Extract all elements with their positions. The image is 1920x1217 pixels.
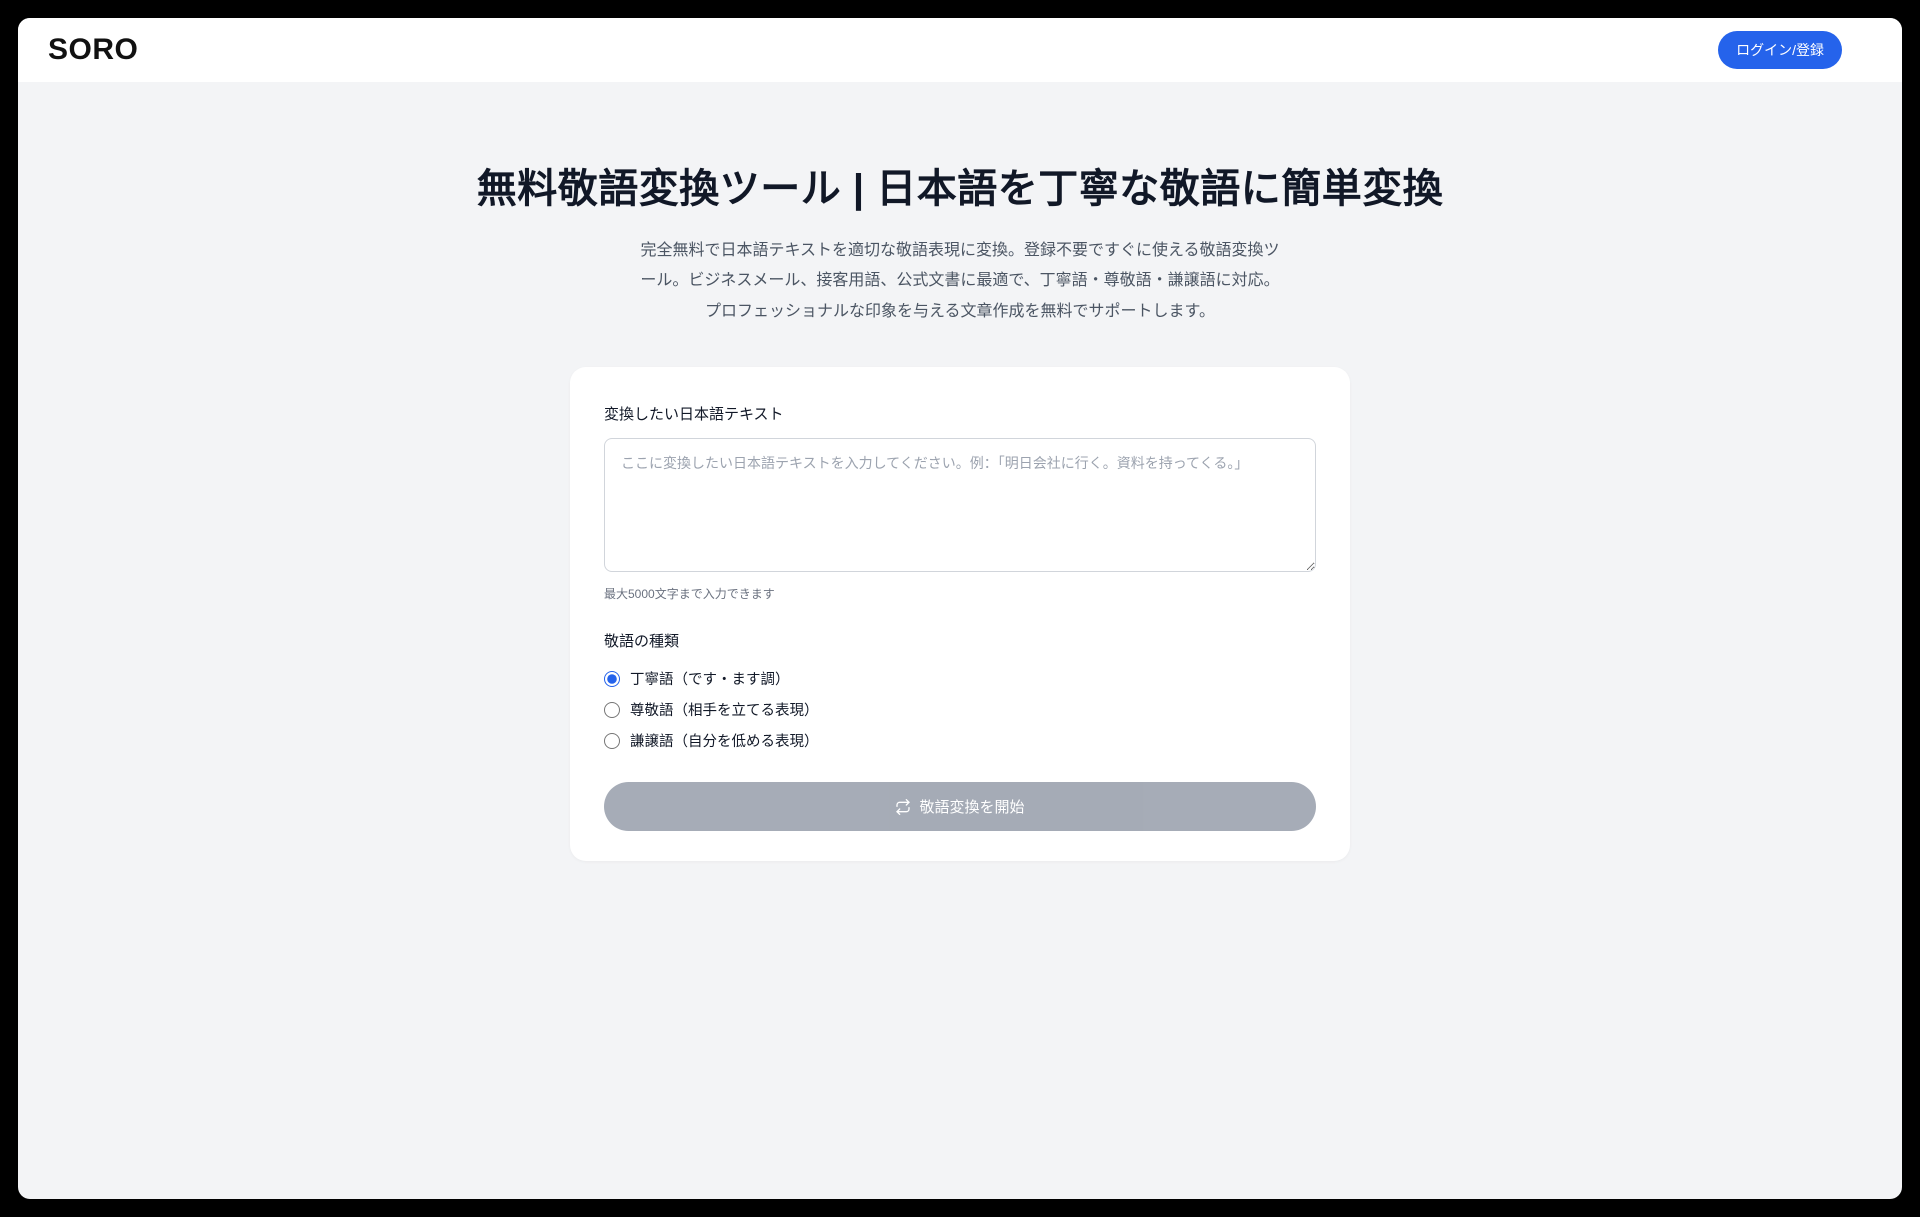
radio-option-sonkeigo[interactable]: 尊敬語（相手を立てる表現） xyxy=(604,694,1316,725)
convert-button-label: 敬語変換を開始 xyxy=(919,796,1024,817)
keigo-type-label: 敬語の種類 xyxy=(604,630,1316,651)
radio-input-sonkeigo[interactable] xyxy=(604,702,620,718)
swap-icon xyxy=(895,799,911,815)
page-title: 無料敬語変換ツール | 日本語を丁寧な敬語に簡単変換 xyxy=(470,162,1450,216)
main-content: 無料敬語変換ツール | 日本語を丁寧な敬語に簡単変換 完全無料で日本語テキストを… xyxy=(18,82,1902,901)
conversion-form-card: 変換したい日本語テキスト 最大5000文字まで入力できます 敬語の種類 丁寧語（… xyxy=(570,367,1350,861)
header: SORO ログイン/登録 xyxy=(18,18,1902,82)
page-description: 完全無料で日本語テキストを適切な敬語表現に変換。登録不要ですぐに使える敬語変換ツ… xyxy=(640,236,1280,327)
radio-input-teineigo[interactable] xyxy=(604,671,620,687)
input-hint: 最大5000文字まで入力できます xyxy=(604,585,1316,602)
radio-input-kenjougo[interactable] xyxy=(604,733,620,749)
source-text-input[interactable] xyxy=(604,438,1316,572)
radio-option-kenjougo[interactable]: 謙譲語（自分を低める表現） xyxy=(604,725,1316,756)
input-text-label: 変換したい日本語テキスト xyxy=(604,403,1316,424)
radio-label: 謙譲語（自分を低める表現） xyxy=(630,730,819,751)
keigo-type-group: 敬語の種類 丁寧語（です・ます調） 尊敬語（相手を立てる表現） 謙譲語（自分を低… xyxy=(604,630,1316,756)
radio-label: 丁寧語（です・ます調） xyxy=(630,668,790,689)
convert-button[interactable]: 敬語変換を開始 xyxy=(604,782,1316,831)
radio-label: 尊敬語（相手を立てる表現） xyxy=(630,699,819,720)
hero-section: 無料敬語変換ツール | 日本語を丁寧な敬語に簡単変換 完全無料で日本語テキストを… xyxy=(470,162,1450,327)
brand-logo: SORO xyxy=(48,33,138,67)
app-frame: SORO ログイン/登録 無料敬語変換ツール | 日本語を丁寧な敬語に簡単変換 … xyxy=(18,18,1902,1199)
login-register-button[interactable]: ログイン/登録 xyxy=(1718,31,1842,69)
radio-option-teineigo[interactable]: 丁寧語（です・ます調） xyxy=(604,663,1316,694)
